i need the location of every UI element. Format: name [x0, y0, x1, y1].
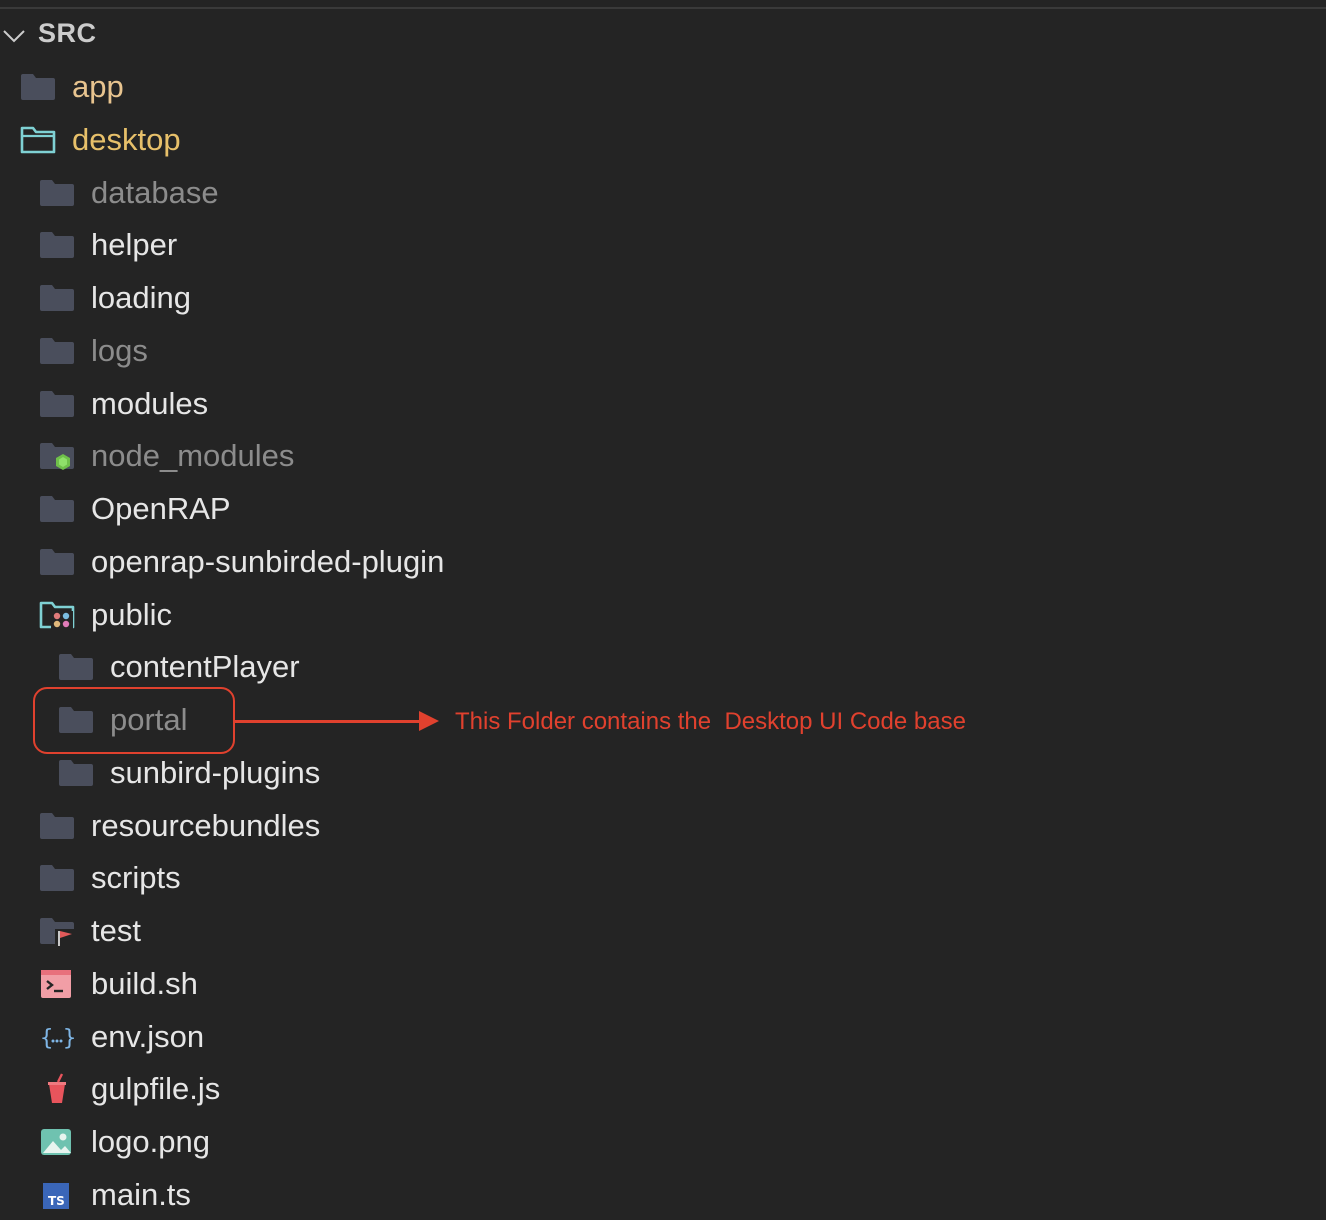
tree-item-label: modules	[91, 385, 209, 421]
tree-item-label: public	[91, 596, 172, 632]
folder-icon	[58, 757, 94, 789]
folder-icon	[58, 651, 94, 683]
tree-item-label: resourcebundles	[91, 807, 321, 843]
annotation-arrow-line	[235, 720, 421, 723]
public-folder-icon	[39, 599, 75, 631]
tree-folder-database[interactable]: database	[39, 168, 219, 218]
svg-text:}: }	[63, 1026, 75, 1051]
tree-item-label: app	[72, 69, 124, 104]
tree-item-label: scripts	[91, 860, 181, 896]
tree-folder-logs[interactable]: logs	[39, 326, 148, 376]
json-file-icon: {}	[39, 1021, 76, 1053]
folder-icon	[39, 282, 75, 314]
section-title: SRC	[38, 18, 97, 48]
tree-folder-openrap[interactable]: OpenRAP	[39, 484, 231, 534]
image-file-icon	[39, 1126, 75, 1158]
tree-item-label: env.json	[91, 1018, 205, 1054]
folder-icon	[39, 810, 75, 842]
tree-item-label: loading	[91, 280, 191, 315]
annotation-highlight-box	[33, 687, 235, 754]
folder-icon	[39, 388, 75, 420]
folder-icon	[39, 546, 75, 578]
folder-icon	[39, 177, 75, 209]
tree-item-label: desktop	[72, 121, 181, 157]
tree-file-env-json[interactable]: {} env.json	[39, 1012, 204, 1062]
shell-script-icon	[39, 968, 75, 1000]
tree-item-label: test	[91, 913, 141, 948]
chevron-down-icon[interactable]	[2, 24, 26, 48]
folder-icon	[39, 229, 75, 261]
file-explorer: SRC app desktop database helper loading logs m…	[0, 0, 1326, 1214]
tree-item-label: sunbird-plugins	[110, 754, 321, 790]
tree-folder-loading[interactable]: loading	[39, 273, 191, 323]
tree-item-label: helper	[91, 227, 178, 263]
folder-icon	[39, 862, 75, 894]
tree-item-label: database	[91, 174, 219, 210]
tree-item-label: main.ts	[91, 1176, 191, 1212]
tree-folder-sunbird-plugins[interactable]: sunbird-plugins	[58, 748, 320, 798]
tree-item-label: OpenRAP	[91, 491, 231, 526]
tree-folder-scripts[interactable]: scripts	[39, 853, 181, 903]
folder-icon	[20, 71, 56, 103]
svg-text:{: {	[40, 1026, 53, 1051]
tree-folder-public[interactable]: public	[39, 590, 172, 640]
tree-folder-modules[interactable]: modules	[39, 379, 208, 429]
tree-file-logo-png[interactable]: logo.png	[39, 1117, 210, 1167]
tree-folder-contentplayer[interactable]: contentPlayer	[58, 642, 300, 692]
gulp-file-icon	[39, 1073, 75, 1105]
test-folder-icon	[39, 915, 75, 947]
folder-open-icon	[20, 124, 56, 156]
top-divider	[0, 0, 1326, 9]
tree-item-label: logs	[91, 332, 148, 368]
node-modules-folder-icon	[39, 440, 75, 472]
annotation-arrowhead-icon	[419, 711, 439, 731]
tree-folder-node-modules[interactable]: node_modules	[39, 431, 294, 481]
tree-item-label: contentPlayer	[110, 649, 300, 685]
tree-file-build-sh[interactable]: build.sh	[39, 959, 198, 1009]
tree-item-label: gulpfile.js	[91, 1071, 221, 1107]
folder-icon	[39, 493, 75, 525]
tree-item-label: node_modules	[91, 438, 295, 474]
tree-folder-openrap-sunbirded-plugin[interactable]: openrap-sunbirded-plugin	[39, 537, 444, 587]
tree-item-label: build.sh	[91, 965, 198, 1001]
tree-item-label: logo.png	[91, 1124, 210, 1159]
tree-folder-app[interactable]: app	[20, 62, 124, 112]
tree-folder-test[interactable]: test	[39, 906, 141, 956]
tree-file-gulpfile-js[interactable]: gulpfile.js	[39, 1064, 220, 1114]
annotation-text: This Folder contains the Desktop UI Code…	[455, 708, 966, 735]
tree-item-label: openrap-sunbirded-plugin	[91, 543, 445, 579]
folder-icon	[39, 335, 75, 367]
tree-folder-helper[interactable]: helper	[39, 220, 177, 270]
tree-folder-resourcebundles[interactable]: resourcebundles	[39, 801, 320, 851]
tree-file-main-ts[interactable]: TS main.ts	[39, 1170, 191, 1220]
svg-text:TS: TS	[48, 1194, 65, 1208]
tree-folder-desktop[interactable]: desktop	[20, 115, 181, 165]
typescript-file-icon: TS	[39, 1179, 75, 1211]
